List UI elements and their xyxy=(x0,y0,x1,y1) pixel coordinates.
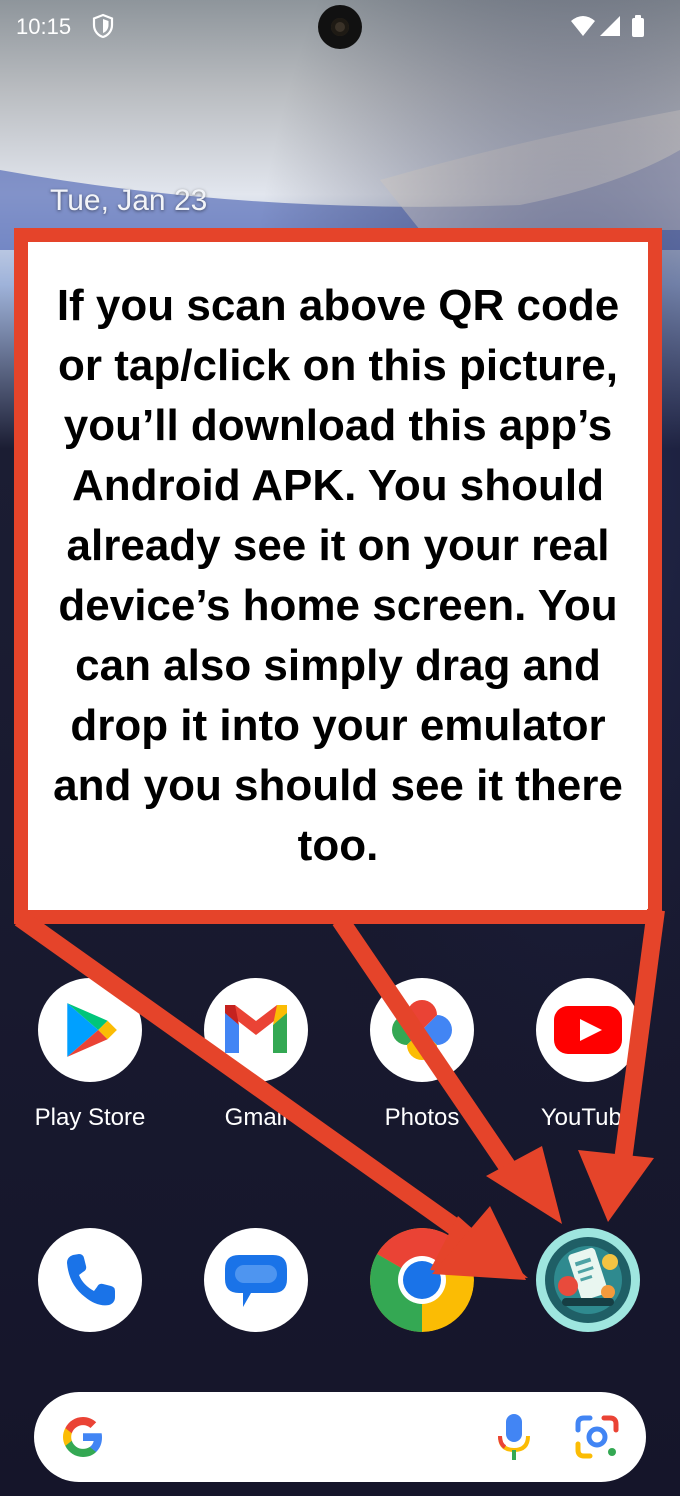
app-play-store[interactable]: Play Store xyxy=(30,978,150,1132)
dock-phone[interactable] xyxy=(30,1228,150,1332)
front-camera xyxy=(318,5,362,49)
status-bar: 10:15 xyxy=(0,0,680,56)
photos-icon xyxy=(370,978,474,1082)
google-icon xyxy=(60,1414,106,1465)
dock-messages[interactable] xyxy=(196,1228,316,1332)
google-search-bar[interactable] xyxy=(34,1392,646,1482)
lens-icon[interactable] xyxy=(574,1414,620,1465)
app-icon xyxy=(536,1228,640,1332)
app-youtube[interactable]: YouTube xyxy=(528,978,648,1132)
app-label-gmail: Gmail xyxy=(224,1104,288,1131)
gmail-icon xyxy=(204,978,308,1082)
youtube-icon xyxy=(536,978,640,1082)
chrome-icon xyxy=(370,1228,474,1332)
signal-icon xyxy=(600,16,620,36)
callout-text: If you scan above QR code or tap/click o… xyxy=(53,281,623,870)
system-icons xyxy=(570,14,650,45)
mic-icon[interactable] xyxy=(496,1412,532,1469)
callout-box: If you scan above QR code or tap/click o… xyxy=(14,228,662,924)
shield-icon xyxy=(92,13,114,44)
dock-chrome[interactable] xyxy=(362,1228,482,1332)
battery-icon xyxy=(632,15,644,37)
app-label-photos: Photos xyxy=(384,1104,460,1131)
app-gmail[interactable]: Gmail xyxy=(196,978,316,1132)
app-label-youtube: YouTube xyxy=(540,1104,636,1131)
app-photos[interactable]: Photos xyxy=(362,978,482,1132)
play-store-icon xyxy=(38,978,142,1082)
messages-icon xyxy=(204,1228,308,1332)
app-label-play-store: Play Store xyxy=(34,1104,146,1131)
phone-icon xyxy=(38,1228,142,1332)
status-time: 10:15 xyxy=(16,14,72,39)
dock-custom-app[interactable] xyxy=(528,1228,648,1332)
date-widget[interactable]: Tue, Jan 23 xyxy=(50,184,207,218)
wifi-icon xyxy=(571,16,595,36)
